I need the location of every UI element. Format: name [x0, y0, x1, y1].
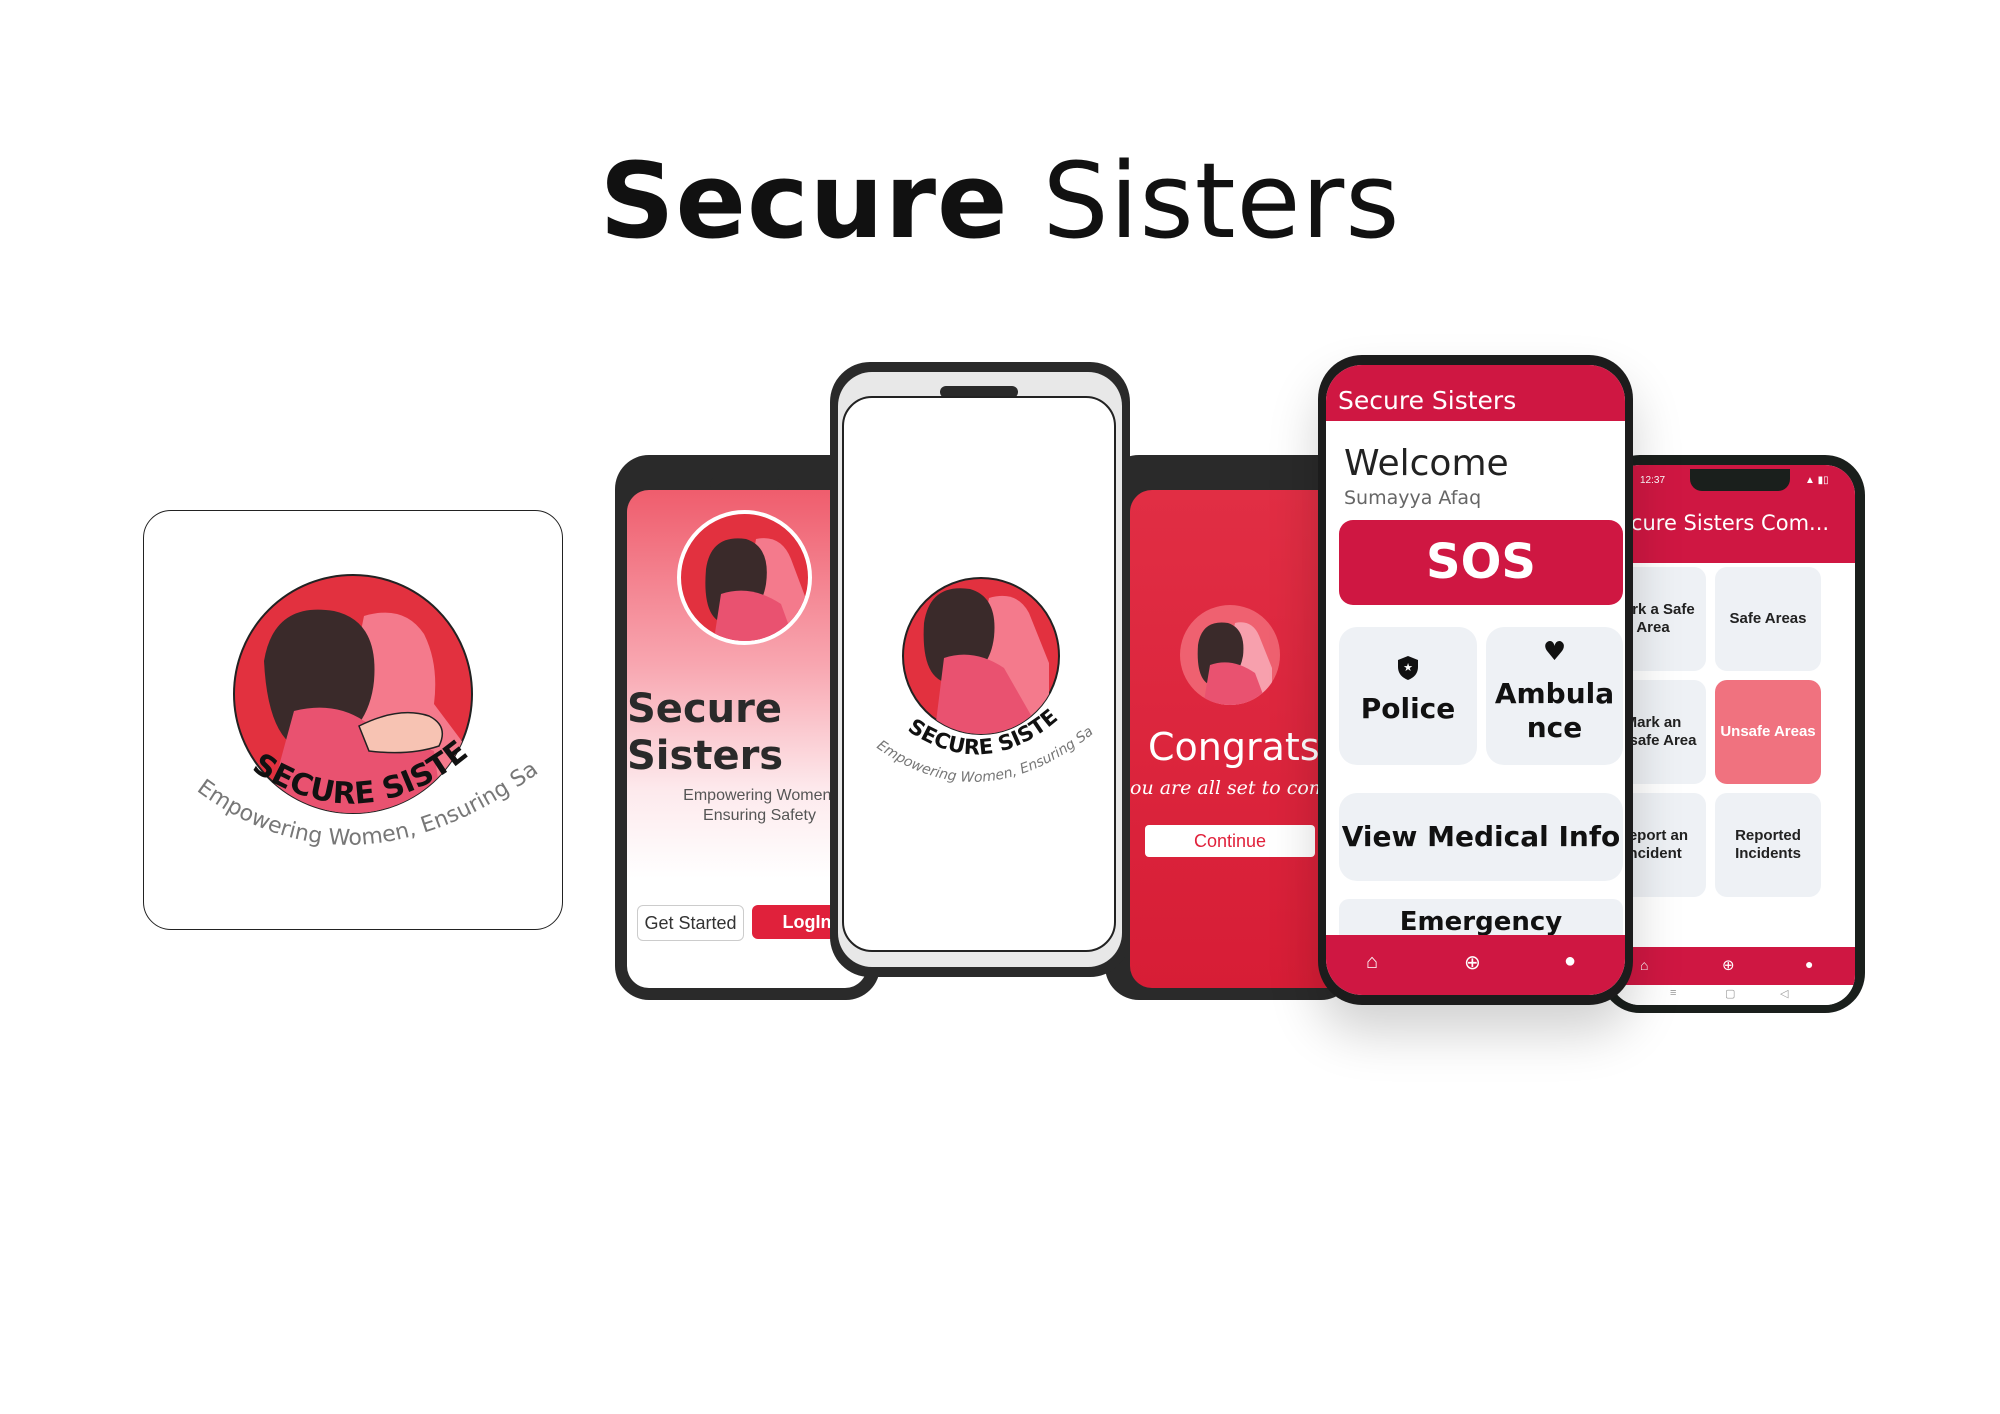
welcome-heading: Welcome	[1344, 443, 1509, 484]
back-icon[interactable]: ◁	[1780, 987, 1788, 1000]
person-icon[interactable]: ●	[1564, 950, 1576, 973]
shield-icon: ★	[1398, 656, 1418, 680]
continue-button[interactable]: Continue	[1145, 825, 1315, 857]
police-label: Police	[1360, 692, 1456, 725]
plus-circle-icon[interactable]: ⊕	[1722, 956, 1735, 974]
community-title: ecure Sisters Com...	[1618, 511, 1830, 535]
phone-notch	[710, 477, 780, 491]
home-icon[interactable]: ⌂	[1366, 951, 1378, 974]
ambulance-label-line1: Ambula	[1494, 677, 1615, 710]
ambulance-label-line2: nce	[1526, 711, 1583, 744]
sos-button[interactable]: SOS	[1339, 520, 1623, 605]
home-square-icon[interactable]: ▢	[1725, 987, 1735, 1000]
intro-logo	[677, 510, 812, 645]
police-card[interactable]: ★ Police	[1339, 627, 1477, 765]
home-screen: Secure Sisters Welcome Sumayya Afaq SOS …	[1326, 365, 1625, 995]
ambulance-card[interactable]: ♥ Ambula nce	[1486, 627, 1623, 765]
tile-unsafe-areas[interactable]: Unsafe Areas	[1715, 680, 1821, 784]
system-nav-bar: ≡ ▢ ◁	[1610, 985, 1855, 1005]
status-icons: ▲ ▮▯	[1805, 475, 1829, 486]
person-icon[interactable]: ●	[1805, 956, 1813, 972]
user-name: Sumayya Afaq	[1344, 487, 1482, 509]
page-title: Secure Sisters	[0, 140, 2000, 262]
phone-splash: SECURE SISTERS Empowering Women, Ensurin…	[830, 362, 1130, 977]
congrats-message: ou are all set to conti	[1130, 777, 1335, 799]
splash-screen: SECURE SISTERS Empowering Women, Ensurin…	[842, 396, 1116, 952]
menu-icon[interactable]: ≡	[1670, 987, 1676, 999]
tile-reported-incidents[interactable]: Reported Incidents	[1715, 793, 1821, 897]
community-bottom-nav: ⌂ ⊕ ●	[1610, 947, 1855, 985]
phone-community: 12:37 ▲ ▮▯ ecure Sisters Com... Mark a S…	[1600, 455, 1865, 1013]
home-app-bar: Secure Sisters	[1326, 365, 1625, 421]
phone-home: Secure Sisters Welcome Sumayya Afaq SOS …	[1318, 355, 1633, 1005]
plus-circle-icon[interactable]: ⊕	[1464, 950, 1481, 975]
title-bold: Secure	[599, 140, 1009, 262]
logo-illustration: SECURE SISTERS Empowering Women, Ensurin…	[132, 484, 542, 851]
phone-notch	[1200, 477, 1270, 491]
home-bottom-nav: ⌂ ⊕ ●	[1326, 935, 1625, 995]
congrats-heading: Congrats!	[1148, 725, 1335, 769]
home-icon[interactable]: ⌂	[1640, 957, 1648, 973]
svg-text:★: ★	[1403, 661, 1413, 674]
heart-icon: ♥	[1542, 637, 1567, 667]
get-started-button[interactable]: Get Started	[637, 905, 744, 941]
tile-safe-areas[interactable]: Safe Areas	[1715, 567, 1821, 671]
status-time: 12:37	[1640, 475, 1666, 486]
title-light: Sisters	[1042, 140, 1401, 262]
phone-notch	[1690, 469, 1790, 491]
view-medical-info-button[interactable]: View Medical Info	[1339, 793, 1623, 881]
intro-title-line2: Sisters	[627, 733, 784, 779]
logo-card: SECURE SISTERS Empowering Women, Ensurin…	[132, 484, 563, 930]
community-screen: 12:37 ▲ ▮▯ ecure Sisters Com... Mark a S…	[1610, 465, 1855, 1005]
intro-title-line1: Secure	[627, 686, 782, 732]
congrats-logo	[1180, 605, 1280, 705]
